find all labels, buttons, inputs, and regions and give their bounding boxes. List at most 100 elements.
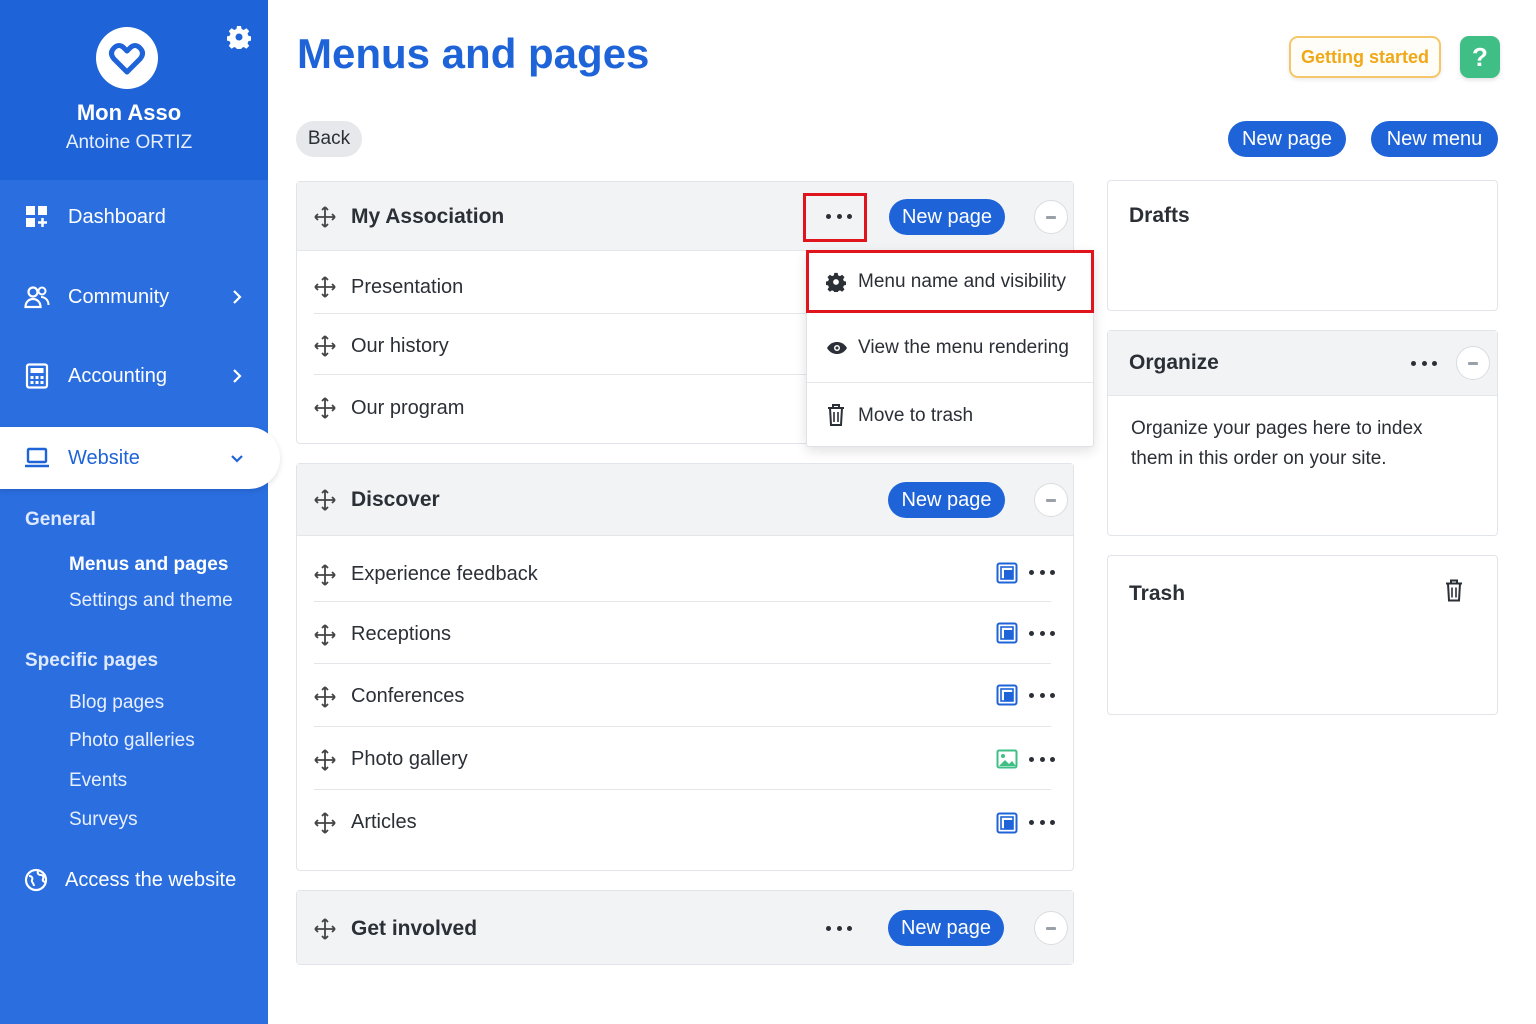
move-handle-icon[interactable] [314,206,336,228]
sidebar-item-photo-galleries[interactable]: Photo galleries [69,730,195,752]
move-handle-icon[interactable] [314,489,336,511]
collapse-button[interactable] [1034,200,1068,234]
nav-community-label: Community [68,285,170,308]
page-icon[interactable] [996,684,1018,706]
trash-title: Trash [1129,582,1186,605]
move-handle-icon[interactable] [314,276,336,298]
nav-accounting-label: Accounting [68,364,167,387]
organize-description: Organize your pages here to index them i… [1131,418,1423,469]
sidebar-item-surveys[interactable]: Surveys [69,809,138,831]
back-button[interactable]: Back [296,121,362,157]
menu-new-page-button[interactable]: New page [888,910,1004,946]
chevron-right-icon [233,369,242,383]
globe-icon [24,868,48,892]
trash-icon [828,404,844,426]
dashboard-icon [26,206,47,227]
page-options-button[interactable] [1029,818,1055,826]
collapse-button[interactable] [1456,346,1490,380]
page-row-title[interactable]: Photo gallery [351,748,468,771]
row-divider [314,726,1051,727]
page-row-title[interactable]: Our history [351,335,449,358]
nav-website-label: Website [68,446,140,469]
eye-icon [827,342,847,354]
chevron-down-icon [231,455,243,463]
page-row-title[interactable]: Conferences [351,685,464,708]
sidebar-item-events[interactable]: Events [69,770,127,792]
settings-gear-icon[interactable] [227,25,251,49]
community-icon [24,286,50,309]
move-handle-icon[interactable] [314,686,336,708]
nav-dashboard[interactable]: Dashboard [0,187,268,247]
nav-dashboard-label: Dashboard [68,205,166,228]
move-handle-icon[interactable] [314,397,336,419]
nav-accounting[interactable]: Accounting [0,346,268,406]
move-handle-icon[interactable] [314,564,336,586]
logo-heart-icon [109,43,145,75]
menu-card-discover [296,463,1074,871]
page-row-title[interactable]: Our program [351,397,464,420]
move-handle-icon[interactable] [314,812,336,834]
sidebar-section-specific-pages: Specific pages [25,650,159,671]
dropdown-item-move-to-trash[interactable]: Move to trash [807,384,1093,446]
page-options-button[interactable] [1029,629,1055,637]
collapse-button[interactable] [1034,483,1068,517]
nav-community[interactable]: Community [0,267,268,327]
user-name: Antoine ORTIZ [65,132,193,153]
sidebar-section-general: General [25,509,96,530]
row-divider [314,663,1051,664]
new-menu-button[interactable]: New menu [1371,121,1498,157]
getting-started-button[interactable]: Getting started [1289,36,1441,78]
page-row-title[interactable]: Receptions [351,623,451,646]
organization-name: Mon Asso [76,100,182,125]
drafts-panel [1107,180,1498,311]
menu-options-button[interactable] [826,924,852,932]
page-row-title[interactable]: Experience feedback [351,563,538,586]
new-page-button[interactable]: New page [1228,121,1346,157]
move-handle-icon[interactable] [314,335,336,357]
gallery-icon[interactable] [996,748,1018,770]
dropdown-item-label: Move to trash [858,405,974,426]
page-icon[interactable] [996,812,1018,834]
page-options-button[interactable] [1029,568,1055,576]
page-title: Menus and pages [297,30,650,77]
menu-title: Discover [351,488,440,511]
chevron-right-icon [233,290,242,304]
dropdown-item-label: View the menu rendering [858,337,1069,358]
trash-icon[interactable] [1444,579,1464,602]
move-handle-icon[interactable] [314,624,336,646]
trash-panel [1107,555,1498,715]
access-website-link[interactable]: Access the website [0,850,268,910]
page-icon[interactable] [996,622,1018,644]
dropdown-item-view-menu-rendering[interactable]: View the menu rendering [807,319,1093,381]
sidebar-item-menus-and-pages[interactable]: Menus and pages [69,554,228,576]
access-website-label: Access the website [65,868,237,891]
page-options-button[interactable] [1029,755,1055,763]
menu-title: My Association [351,205,505,228]
page-row-title[interactable]: Presentation [351,276,463,299]
move-handle-icon[interactable] [314,918,336,940]
dropdown-divider [807,382,1093,383]
page-row-title[interactable]: Articles [351,811,417,834]
sidebar-item-blog-pages[interactable]: Blog pages [69,692,164,714]
move-handle-icon[interactable] [314,749,336,771]
page-options-button[interactable] [1029,691,1055,699]
row-divider [314,601,1051,602]
row-divider [314,789,1051,790]
sidebar-header: Mon Asso Antoine ORTIZ [0,0,268,180]
highlight-box [803,193,867,242]
association-logo[interactable] [96,27,158,89]
help-button[interactable]: ? [1460,36,1500,78]
organize-title: Organize [1129,351,1219,374]
sidebar: Mon Asso Antoine ORTIZ Dashboard Communi… [0,0,280,1024]
sidebar-item-settings-and-theme[interactable]: Settings and theme [69,590,233,612]
collapse-button[interactable] [1034,911,1068,945]
organize-options-button[interactable] [1411,359,1437,367]
menu-new-page-button[interactable]: New page [888,482,1005,518]
nav-website[interactable]: Website [0,427,280,489]
row-divider [314,313,806,314]
laptop-icon [25,447,49,468]
menu-new-page-button[interactable]: New page [889,199,1005,235]
page-icon[interactable] [996,562,1018,584]
calculator-icon [25,363,49,389]
menu-title: Get involved [351,917,478,940]
